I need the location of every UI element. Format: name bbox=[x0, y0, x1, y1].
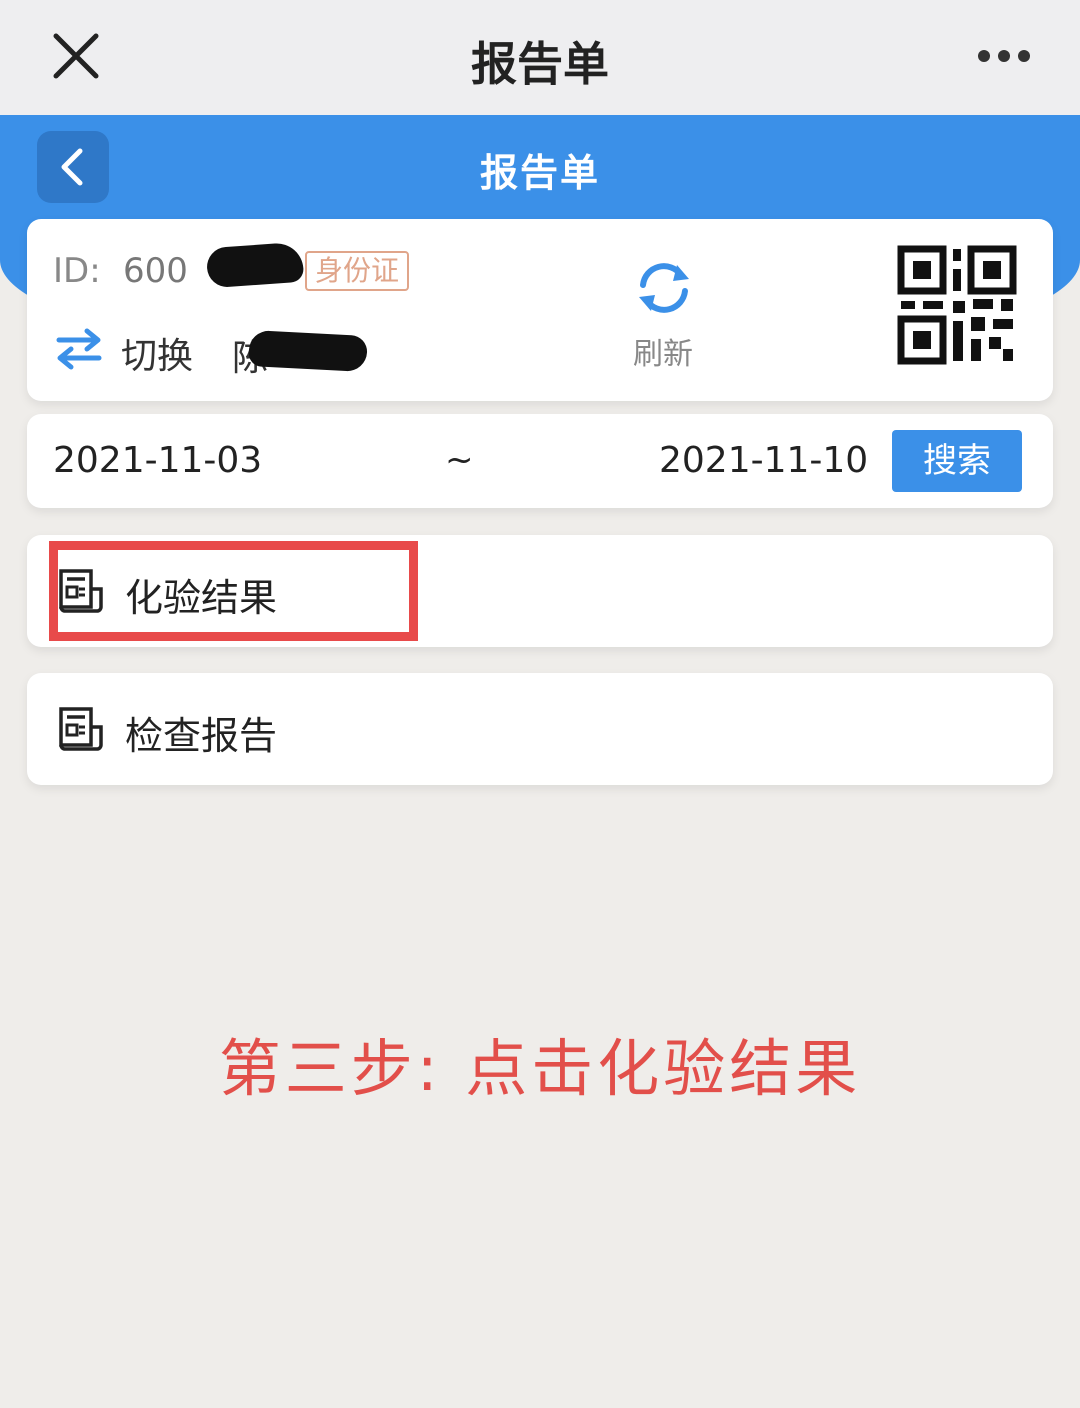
id-label: ID: bbox=[53, 251, 101, 291]
redaction-mark bbox=[205, 241, 305, 289]
refresh-icon[interactable] bbox=[633, 257, 695, 319]
menu-item-label: 化验结果 bbox=[125, 576, 278, 620]
qr-code-icon[interactable] bbox=[897, 245, 1017, 365]
search-button[interactable]: 搜索 bbox=[892, 430, 1022, 492]
redaction-mark bbox=[248, 329, 368, 373]
id-type-badge: 身份证 bbox=[305, 251, 410, 291]
start-date-field[interactable]: 2021-11-03 bbox=[53, 440, 262, 481]
date-separator: ~ bbox=[445, 440, 474, 480]
id-value: 600 bbox=[123, 251, 188, 291]
document-icon bbox=[59, 569, 103, 613]
document-icon bbox=[59, 707, 103, 751]
menu-item-lab-results[interactable]: 化验结果 bbox=[27, 535, 1053, 647]
end-date-field[interactable]: 2021-11-10 bbox=[659, 440, 868, 481]
refresh-label[interactable]: 刷新 bbox=[633, 329, 693, 373]
more-icon[interactable] bbox=[976, 48, 1032, 64]
instruction-text: 第三步: 点击化验结果 bbox=[218, 1032, 862, 1105]
date-range-card: 2021-11-03 ~ 2021-11-10 搜索 bbox=[27, 414, 1053, 508]
menu-item-label: 检查报告 bbox=[125, 714, 278, 758]
menu-item-exam-report[interactable]: 检查报告 bbox=[27, 673, 1053, 785]
top-bar-title: 报告单 bbox=[471, 37, 609, 91]
patient-card: ID: 600 身份证 切换 陈 刷新 bbox=[27, 219, 1053, 401]
switch-patient-button[interactable]: 切换 bbox=[121, 327, 193, 379]
top-bar: 报告单 bbox=[0, 0, 1080, 115]
switch-icon[interactable] bbox=[55, 327, 103, 371]
page-title: 报告单 bbox=[479, 151, 600, 195]
